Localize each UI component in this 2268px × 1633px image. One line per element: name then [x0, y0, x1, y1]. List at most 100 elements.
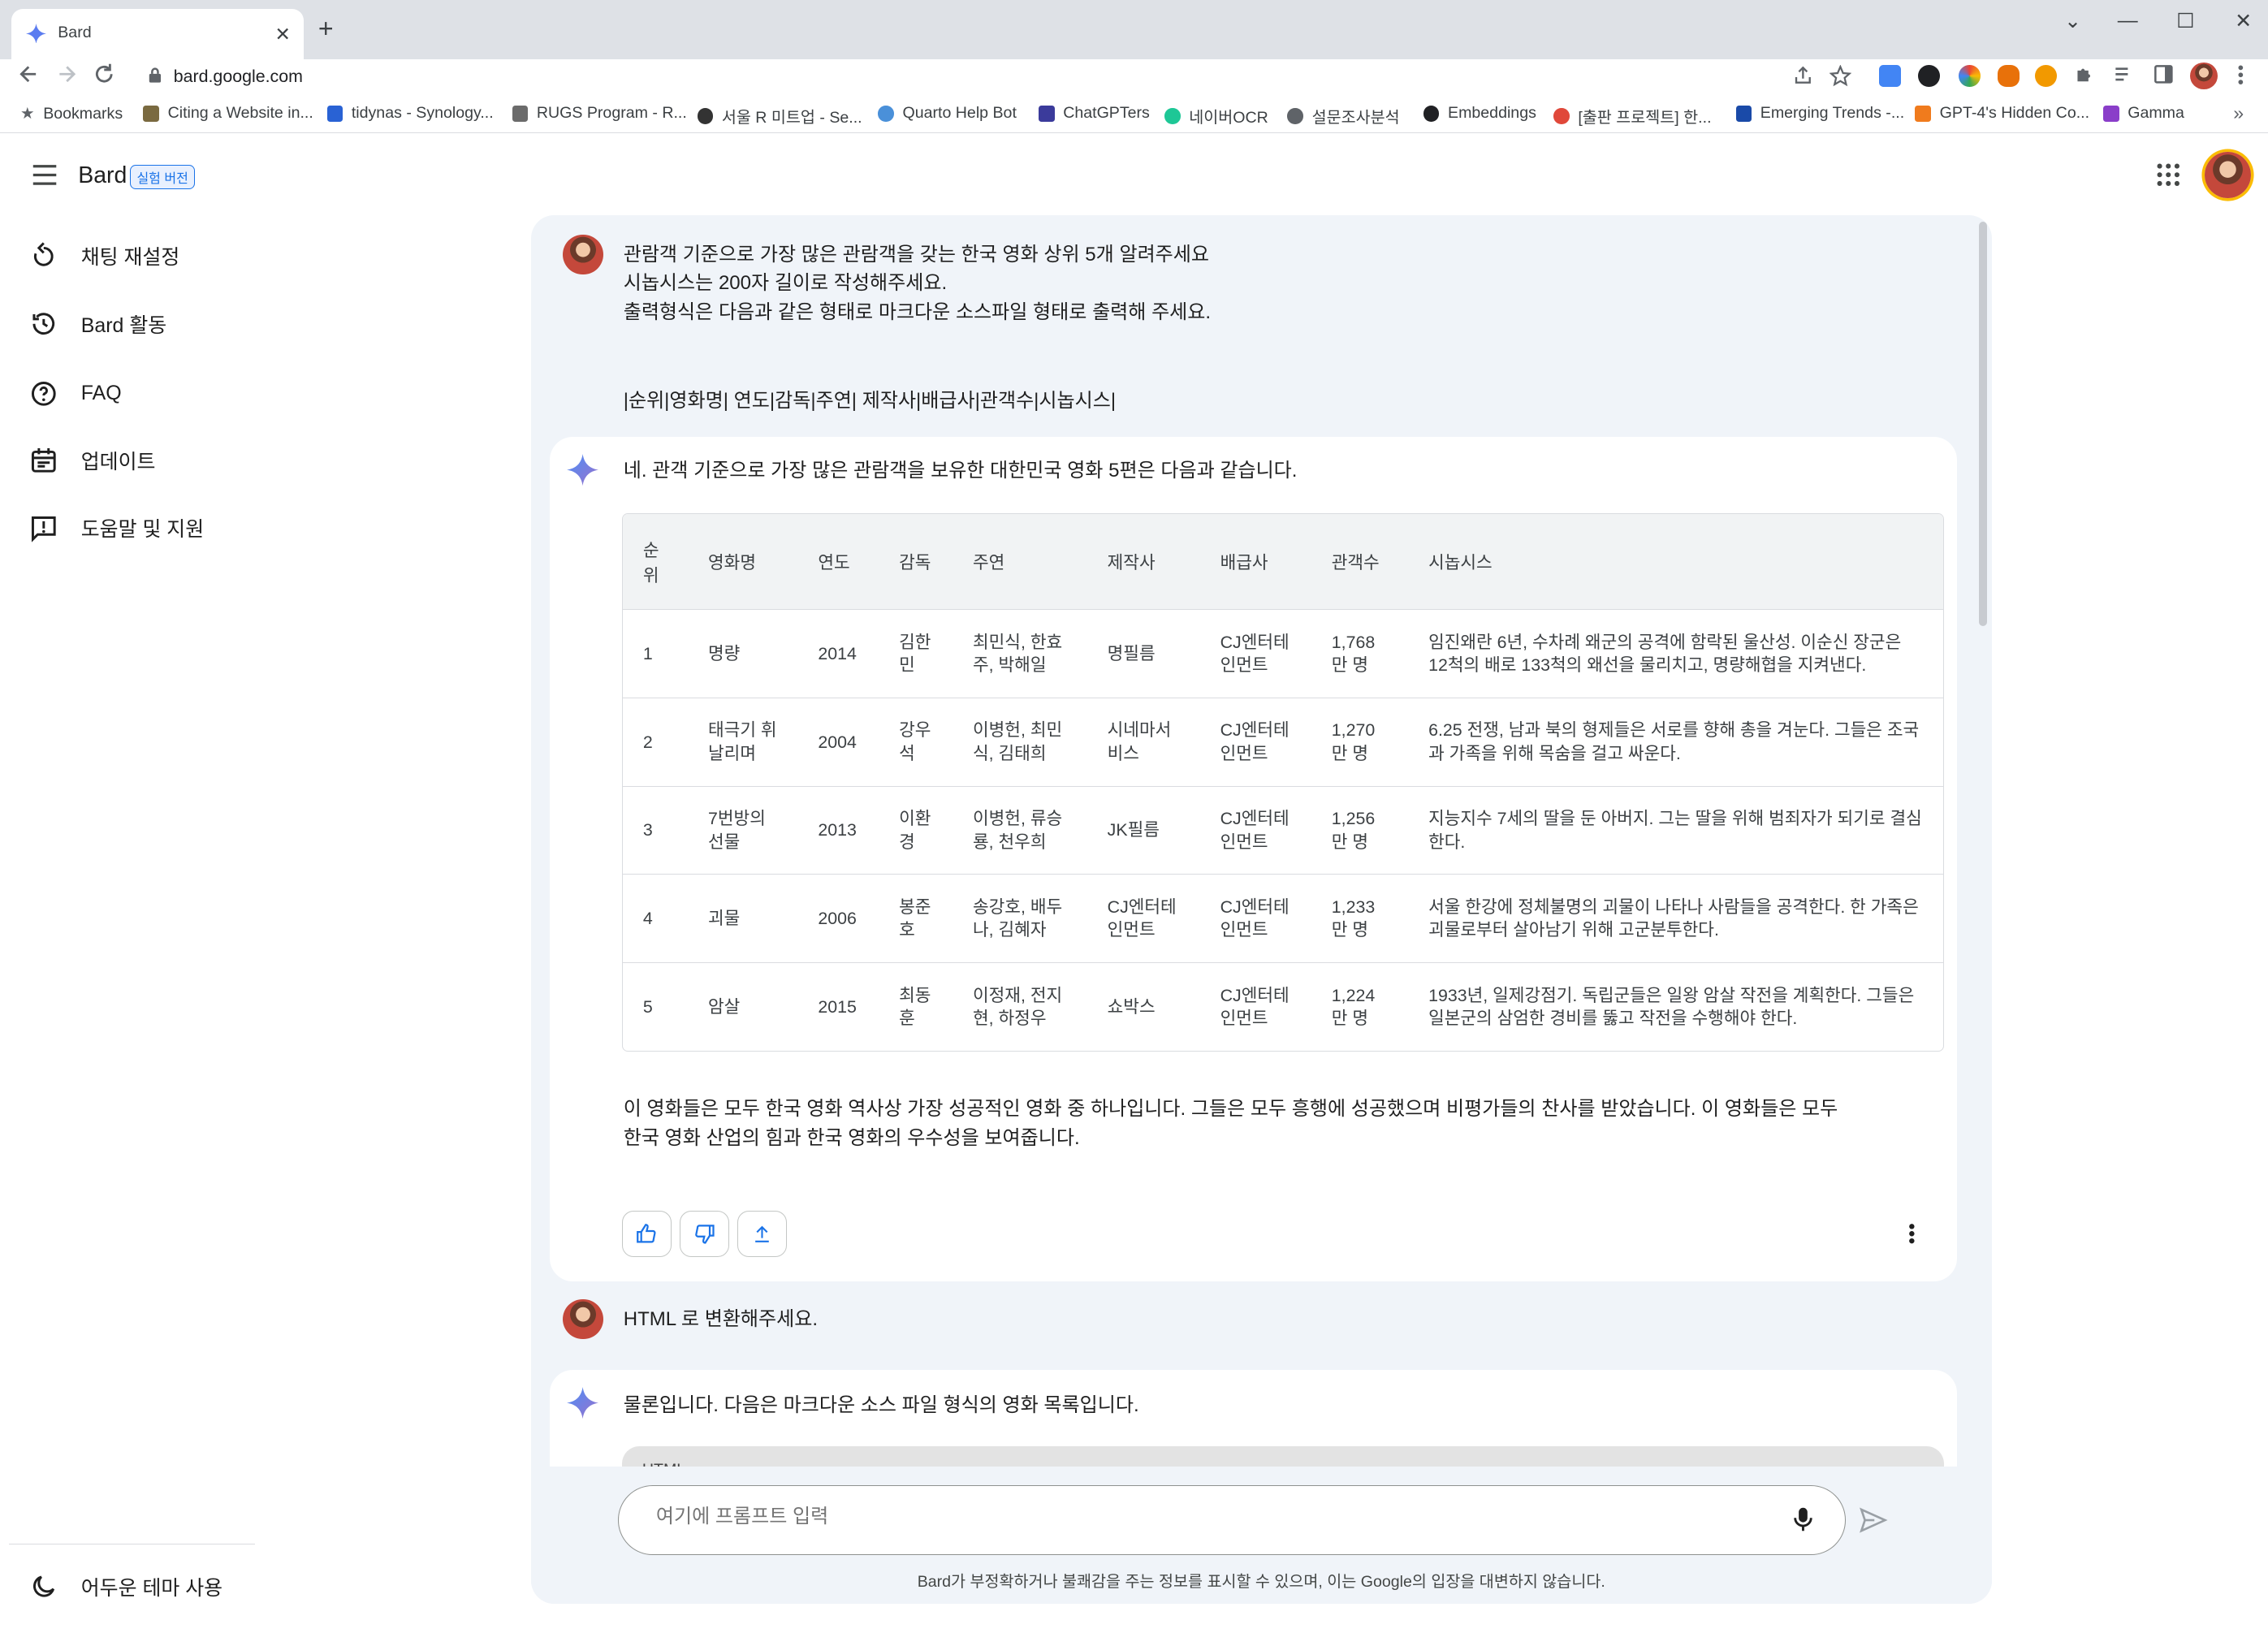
project-icon: [1553, 107, 1570, 124]
help-circle-icon: [29, 379, 58, 408]
tab-search-icon[interactable]: ⌄: [2051, 9, 2094, 33]
lock-icon: [148, 67, 162, 84]
bookmark-label: GPT-4's Hidden Co...: [1939, 104, 2090, 123]
back-arrow-icon[interactable]: [17, 63, 41, 86]
sidebar-item-bard-activity[interactable]: Bard 활동: [29, 309, 166, 339]
bookmark-item[interactable]: 네이버OCR: [1164, 104, 1268, 127]
side-panel-icon[interactable]: [2153, 63, 2175, 85]
bookmark-item[interactable]: ChatGPTers: [1038, 104, 1150, 123]
send-icon[interactable]: [1859, 1507, 1888, 1533]
prompt-format-line: |순위|영화명| 연도|감독|주연| 제작사|배급사|관객수|시놉시스|: [623, 389, 1117, 412]
dark-theme-toggle[interactable]: 어두운 테마 사용: [29, 1572, 222, 1601]
sidebar-item-updates[interactable]: 업데이트: [29, 446, 156, 475]
bookmark-label: [출판 프로젝트] 한...: [1578, 109, 1712, 127]
puzzle-extensions-icon[interactable]: [2074, 63, 2096, 85]
table-header-cell: 주연: [953, 514, 1087, 610]
table-cell: 송강호, 배두나, 김혜자: [953, 874, 1087, 963]
account-avatar[interactable]: [2204, 152, 2251, 199]
gamma-icon: [2102, 105, 2119, 122]
new-tab-button[interactable]: +: [318, 14, 334, 44]
bookmark-item[interactable]: Citing a Website in...: [143, 104, 313, 123]
maximize-button[interactable]: ☐: [2164, 9, 2207, 33]
table-cell: 최민식, 한효주, 박해일: [953, 609, 1087, 698]
star-icon: ★: [19, 105, 35, 123]
sidebar-divider: [8, 1543, 255, 1545]
bookmark-item[interactable]: Emerging Trends -...: [1735, 104, 1905, 123]
bookmark-item[interactable]: Quarto Help Bot: [878, 104, 1017, 123]
table-cell: 암살: [688, 962, 798, 1052]
chrome-menu-icon[interactable]: [2236, 63, 2245, 87]
thumbs-down-button[interactable]: [680, 1210, 729, 1257]
reload-icon[interactable]: [93, 63, 116, 86]
browser-tab[interactable]: Bard ✕: [11, 8, 305, 60]
upload-icon: [752, 1224, 772, 1244]
profile-avatar[interactable]: [2189, 62, 2218, 90]
openai-icon: [1423, 105, 1440, 122]
bookmark-item[interactable]: [출판 프로젝트] 한...: [1553, 104, 1712, 127]
microphone-icon[interactable]: [1793, 1506, 1813, 1532]
table-header-cell: 배급사: [1199, 514, 1311, 610]
table-cell: 쇼박스: [1086, 962, 1200, 1052]
extension-icon[interactable]: [1997, 65, 2020, 87]
sidebar-item-label: 도움말 및 지원: [80, 518, 205, 542]
app-title[interactable]: Bard: [78, 162, 127, 189]
bookmark-item[interactable]: Embeddings: [1423, 104, 1536, 123]
scrollbar-thumb[interactable]: [1978, 221, 1988, 627]
share-icon[interactable]: [1792, 65, 1814, 87]
menu-hamburger-icon[interactable]: [32, 165, 58, 185]
bookmark-item[interactable]: Gamma: [2102, 104, 2184, 123]
sidebar-item-help[interactable]: 도움말 및 지원: [29, 513, 205, 543]
table-cell: 태극기 휘날리며: [688, 698, 798, 787]
sidebar-item-label: 채팅 재설정: [80, 246, 180, 270]
bookmark-item[interactable]: GPT-4's Hidden Co...: [1915, 104, 2089, 123]
bard-sparkle-icon: [567, 454, 599, 486]
table-cell: 2004: [797, 698, 879, 787]
share-export-button[interactable]: [737, 1210, 787, 1257]
forward-arrow-icon[interactable]: [55, 63, 79, 86]
bard-sparkle-icon: [26, 23, 46, 44]
bookmark-star-icon[interactable]: [1830, 65, 1851, 87]
prompt-input[interactable]: [655, 1505, 1756, 1528]
globe-icon: [878, 105, 894, 122]
prompt-input-box[interactable]: [617, 1485, 1846, 1555]
table-row: 5 암살 2015 최동훈 이정재, 전지현, 하정우 쇼박스 CJ엔터테인먼트 1,224만…: [622, 962, 1943, 1052]
bookmark-item[interactable]: 서울 R 미트업 - Se...: [697, 104, 862, 127]
google-apps-icon[interactable]: [2157, 163, 2180, 187]
thumbs-down-icon: [693, 1223, 715, 1245]
thumbs-up-button[interactable]: [621, 1210, 672, 1257]
table-cell: 지능지수 7세의 딸을 둔 아버지. 그는 딸을 위해 범죄자가 되기로 결심한…: [1408, 785, 1943, 875]
translate-extension-icon[interactable]: [1878, 65, 1901, 87]
window-close-button[interactable]: ✕: [2222, 9, 2265, 33]
chatgpters-icon: [1038, 105, 1055, 122]
bookmark-label: Bookmarks: [43, 104, 123, 123]
sidebar-item-label: 업데이트: [80, 450, 156, 473]
prompt-line: 관람객 기준으로 가장 많은 관람객을 갖는 한국 영화 상위 5개 알려주세요: [623, 243, 1210, 266]
sidebar-item-label: FAQ: [80, 382, 122, 404]
bookmark-item[interactable]: 설문조사분석: [1287, 104, 1400, 127]
disclaimer-text: Bard가 부정확하거나 불쾌감을 주는 정보를 표시할 수 있으며, 이는 G…: [917, 1572, 1605, 1591]
feedback-icon: [29, 514, 58, 543]
bookmark-label: Emerging Trends -...: [1760, 104, 1905, 123]
sidebar-item-faq[interactable]: FAQ: [29, 379, 122, 408]
bookmarks-bar: ★ Bookmarks Citing a Website in... tidynas …: [0, 95, 2268, 133]
address-bar[interactable]: bard.google.com: [136, 60, 1864, 93]
table-cell: 이정재, 전지현, 하정우: [953, 962, 1087, 1052]
bookmark-item[interactable]: ★ Bookmarks: [20, 104, 123, 123]
reading-list-icon[interactable]: [2113, 63, 2135, 85]
extension-icon[interactable]: [1917, 65, 1940, 87]
chat-extension-icon[interactable]: [2035, 65, 2057, 87]
more-bookmarks-icon[interactable]: »: [2233, 102, 2244, 124]
table-cell: 명량: [688, 609, 798, 698]
color-extension-icon[interactable]: [1958, 65, 1981, 87]
bookmark-label: tidynas - Synology...: [351, 104, 494, 123]
tab-close-icon[interactable]: ✕: [274, 24, 290, 45]
square-icon: [1735, 105, 1752, 122]
sidebar-item-reset-chat[interactable]: 채팅 재설정: [29, 241, 180, 270]
bookmark-item[interactable]: tidynas - Synology...: [326, 104, 494, 123]
tab-strip: Bard ✕ + ⌄ — ☐ ✕: [0, 0, 2268, 60]
more-options-icon[interactable]: [1907, 1222, 1916, 1246]
bookmark-item[interactable]: RUGS Program - R...: [512, 104, 687, 123]
globe-icon: [1287, 107, 1303, 124]
bookmark-label: 설문조사분석: [1311, 109, 1400, 127]
minimize-button[interactable]: —: [2106, 9, 2149, 32]
